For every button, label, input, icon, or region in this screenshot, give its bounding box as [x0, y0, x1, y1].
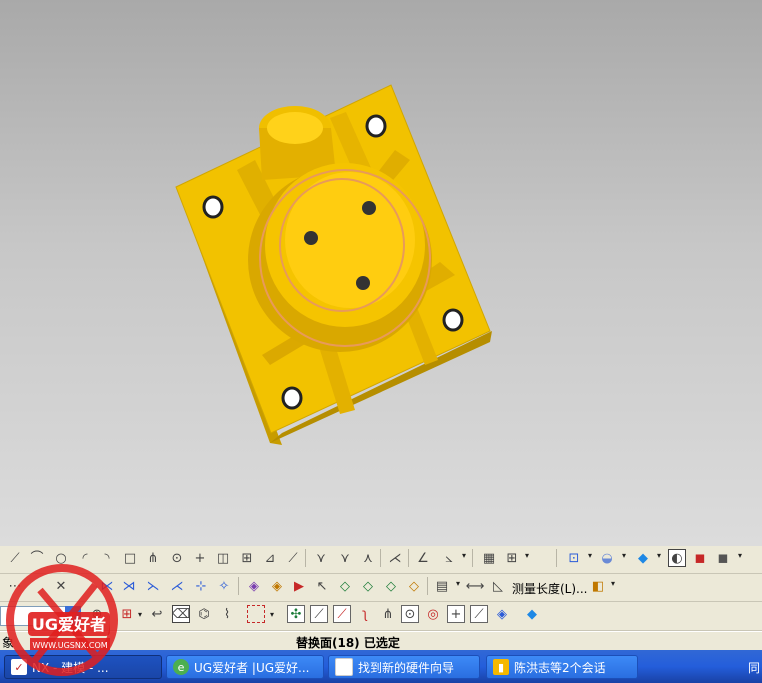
snap-point-on-curve-icon[interactable]: ✧ [215, 577, 233, 595]
select-component-icon[interactable]: ◇ [405, 577, 423, 595]
taskbar-item-label: 陈洪志等2个会话 [514, 660, 606, 675]
separator [408, 549, 409, 567]
measure-length-label[interactable]: 测量长度(L)... [512, 580, 588, 597]
dimension-icon[interactable]: ∠ [414, 549, 432, 567]
quick-extend-icon[interactable]: ⋎ [336, 549, 354, 567]
constraint-icon[interactable]: ⋌ [386, 549, 404, 567]
ellipse-tool-icon[interactable]: ⊙ [168, 549, 186, 567]
view-layout-icon[interactable]: ⊞ [503, 549, 521, 567]
browser-icon: e [173, 659, 189, 675]
separator [380, 549, 381, 567]
mirror-tool-icon[interactable]: ⊿ [261, 549, 279, 567]
separator [305, 549, 306, 567]
dome-hole [304, 231, 318, 245]
info-icon[interactable]: ▤ [433, 577, 451, 595]
select-face-icon[interactable]: ▶ [290, 577, 308, 595]
trim-tool-icon[interactable]: ⟋ [284, 549, 302, 567]
ug-watermark-logo: UG爱好者 WWW.UGSNX.COM [6, 564, 118, 676]
snap-on-curve-icon[interactable]: ⟋ [470, 605, 488, 623]
rectangle-select-icon[interactable] [247, 605, 265, 623]
graphics-viewport[interactable] [0, 0, 762, 546]
offset-tool-icon[interactable]: ◫ [214, 549, 232, 567]
snap-midpoint-icon[interactable]: ⟋ [333, 605, 351, 623]
separator [472, 549, 473, 567]
edit-object-display-icon[interactable]: ◐ [668, 549, 686, 567]
auto-dimension-icon[interactable]: ⦣ [440, 549, 458, 567]
snap-on-face-icon[interactable]: ◈ [493, 605, 511, 623]
hide-icon[interactable]: ◼ [691, 549, 709, 567]
render-style-icon[interactable]: ◒ [598, 549, 616, 567]
dropdown-arrow-icon[interactable]: ▾ [622, 551, 626, 560]
system-tray-text: 同 [747, 661, 760, 675]
select-feature-icon[interactable]: ◈ [245, 577, 263, 595]
pattern-tool-icon[interactable]: ⊞ [238, 549, 256, 567]
snap-center-icon[interactable]: ⋋ [144, 577, 162, 595]
select-curve-icon[interactable]: ◇ [336, 577, 354, 595]
select-body-icon[interactable]: ◈ [268, 577, 286, 595]
snap-existing-point-icon[interactable]: + [447, 605, 465, 623]
dome-hole [362, 201, 376, 215]
shaded-cube-icon[interactable]: ◆ [634, 549, 652, 567]
snap-arc-center-icon[interactable]: ⊙ [401, 605, 419, 623]
snap-endpoint-icon[interactable]: ⟋ [310, 605, 328, 623]
magnet-icon[interactable]: ⌬ [195, 605, 213, 623]
taskbar-item-hardware-wizard[interactable]: 找到新的硬件向导 [328, 655, 480, 679]
show-icon[interactable]: ◼ [714, 549, 732, 567]
dome-hole [356, 276, 370, 290]
select-point-icon[interactable]: ◇ [359, 577, 377, 595]
corner-hole [202, 195, 224, 219]
separator [238, 577, 239, 595]
snap-tangent-icon[interactable]: ʅ [356, 605, 374, 623]
separator [427, 577, 428, 595]
layer-icon[interactable]: ▦ [480, 549, 498, 567]
wcs-icon[interactable]: ⊡ [565, 549, 583, 567]
eraser-icon[interactable]: ⌫ [172, 605, 190, 623]
measure-distance-icon[interactable]: ⟷ [466, 577, 485, 595]
corner-hole [442, 308, 464, 332]
corner-hole [365, 114, 387, 138]
select-sketch-icon[interactable]: ◇ [382, 577, 400, 595]
dropdown-arrow-icon[interactable]: ▾ [611, 579, 615, 588]
selection-status: 替换面(18) 已选定 [296, 636, 400, 650]
watermark-brand: UG爱好者 [32, 615, 106, 634]
taskbar-item-label: UG爱好者 |UG爱好... [194, 660, 310, 675]
boss-bore [267, 112, 323, 144]
measure-bodies-icon[interactable]: ◧ [589, 577, 607, 595]
quick-trim-icon[interactable]: ⋎ [312, 549, 330, 567]
dropdown-arrow-icon[interactable]: ▾ [588, 551, 592, 560]
dropdown-arrow-icon[interactable]: ▾ [525, 551, 529, 560]
window-icon [335, 658, 353, 676]
corner-hole [281, 386, 303, 410]
separator [556, 549, 557, 567]
select-brush-icon[interactable]: ⌇ [218, 605, 236, 623]
point-tool-icon[interactable]: + [191, 549, 209, 567]
dropdown-arrow-icon[interactable]: ▾ [456, 579, 460, 588]
part-model[interactable] [0, 0, 762, 546]
dropdown-arrow-icon[interactable]: ▾ [270, 610, 274, 619]
measure-length-icon[interactable]: ◺ [489, 577, 507, 595]
dropdown-arrow-icon[interactable]: ▾ [138, 610, 142, 619]
snap-all-icon[interactable]: ✣ [287, 605, 305, 623]
snap-existing-icon[interactable]: ⊹ [192, 577, 210, 595]
snap-bounded-grid-icon[interactable]: ◆ [523, 605, 541, 623]
taskbar-item-chat[interactable]: ▮ 陈洪志等2个会话 [486, 655, 638, 679]
polyline-tool-icon[interactable]: ⋔ [144, 549, 162, 567]
make-corner-icon[interactable]: ⋏ [359, 549, 377, 567]
dropdown-arrow-icon[interactable]: ▾ [738, 551, 742, 560]
snap-quadrant-point-icon[interactable]: ◎ [424, 605, 442, 623]
dropdown-arrow-icon[interactable]: ▾ [657, 551, 661, 560]
snap-quadrant-icon[interactable]: ⋌ [168, 577, 186, 595]
dropdown-arrow-icon[interactable]: ▾ [462, 551, 466, 560]
watermark-url: WWW.UGSNX.COM [32, 641, 107, 650]
snap-intersection-icon[interactable]: ⋔ [379, 605, 397, 623]
undo-icon[interactable]: ↩ [148, 605, 166, 623]
taskbar-item-browser[interactable]: e UG爱好者 |UG爱好... [166, 655, 324, 679]
taskbar-item-label: 找到新的硬件向导 [358, 660, 455, 675]
select-edge-icon[interactable]: ↖ [313, 577, 331, 595]
chat-icon: ▮ [493, 659, 509, 675]
